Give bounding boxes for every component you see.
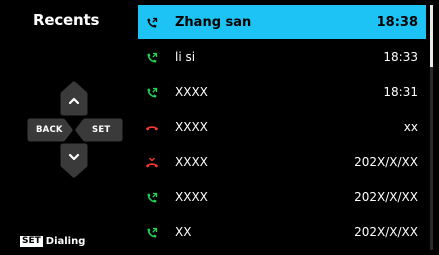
call-time: xx <box>403 120 418 134</box>
scrollbar-thumb[interactable] <box>430 5 433 67</box>
call-time: 18:31 <box>383 85 418 99</box>
phone-outgoing-icon <box>147 227 158 238</box>
call-name: XXXX <box>175 85 208 99</box>
phone-outgoing-icon <box>147 87 158 98</box>
set-button-label[interactable]: SET <box>92 125 110 135</box>
back-button-label[interactable]: BACK <box>36 125 63 135</box>
phone-outgoing-icon <box>147 17 158 28</box>
set-key-badge: SET <box>20 236 43 247</box>
set-button-shape[interactable] <box>75 118 123 142</box>
back-button-shape[interactable] <box>27 118 73 142</box>
phone-outgoing-icon <box>147 192 158 203</box>
call-row[interactable]: XXXX xx <box>138 110 426 144</box>
call-name: XXXX <box>175 190 208 204</box>
chevron-up-icon <box>68 97 80 105</box>
dialing-hint-text: Dialing <box>45 236 86 247</box>
dialing-hint: SET Dialing <box>20 236 85 247</box>
call-time: 202X/X/XX <box>354 190 418 204</box>
call-time: 202X/X/XX <box>354 225 418 239</box>
call-row[interactable]: XX 202X/X/XX <box>138 215 426 249</box>
call-time: 18:38 <box>376 14 418 30</box>
call-name: Zhang san <box>175 14 252 30</box>
phone-outgoing-icon <box>147 52 158 63</box>
call-time: 202X/X/XX <box>354 155 418 169</box>
phone-missed-icon <box>146 157 158 168</box>
call-row[interactable]: li si 18:33 <box>138 40 426 74</box>
call-row[interactable]: XXXX 18:31 <box>138 75 426 109</box>
down-button-shape[interactable] <box>60 143 88 178</box>
chevron-down-icon <box>68 153 80 161</box>
call-name: li si <box>175 50 196 64</box>
call-row[interactable]: Zhang san 18:38 <box>138 5 426 39</box>
call-name: XXXX <box>175 120 208 134</box>
call-row[interactable]: XXXX 202X/X/XX <box>138 145 426 179</box>
call-row[interactable]: XXXX 202X/X/XX <box>138 180 426 214</box>
call-name: XXXX <box>175 155 208 169</box>
call-time: 18:33 <box>383 50 418 64</box>
phone-hangup-icon <box>146 126 158 131</box>
up-button-shape[interactable] <box>60 81 88 116</box>
page-title: Recents <box>33 11 100 29</box>
call-name: XX <box>175 225 192 239</box>
